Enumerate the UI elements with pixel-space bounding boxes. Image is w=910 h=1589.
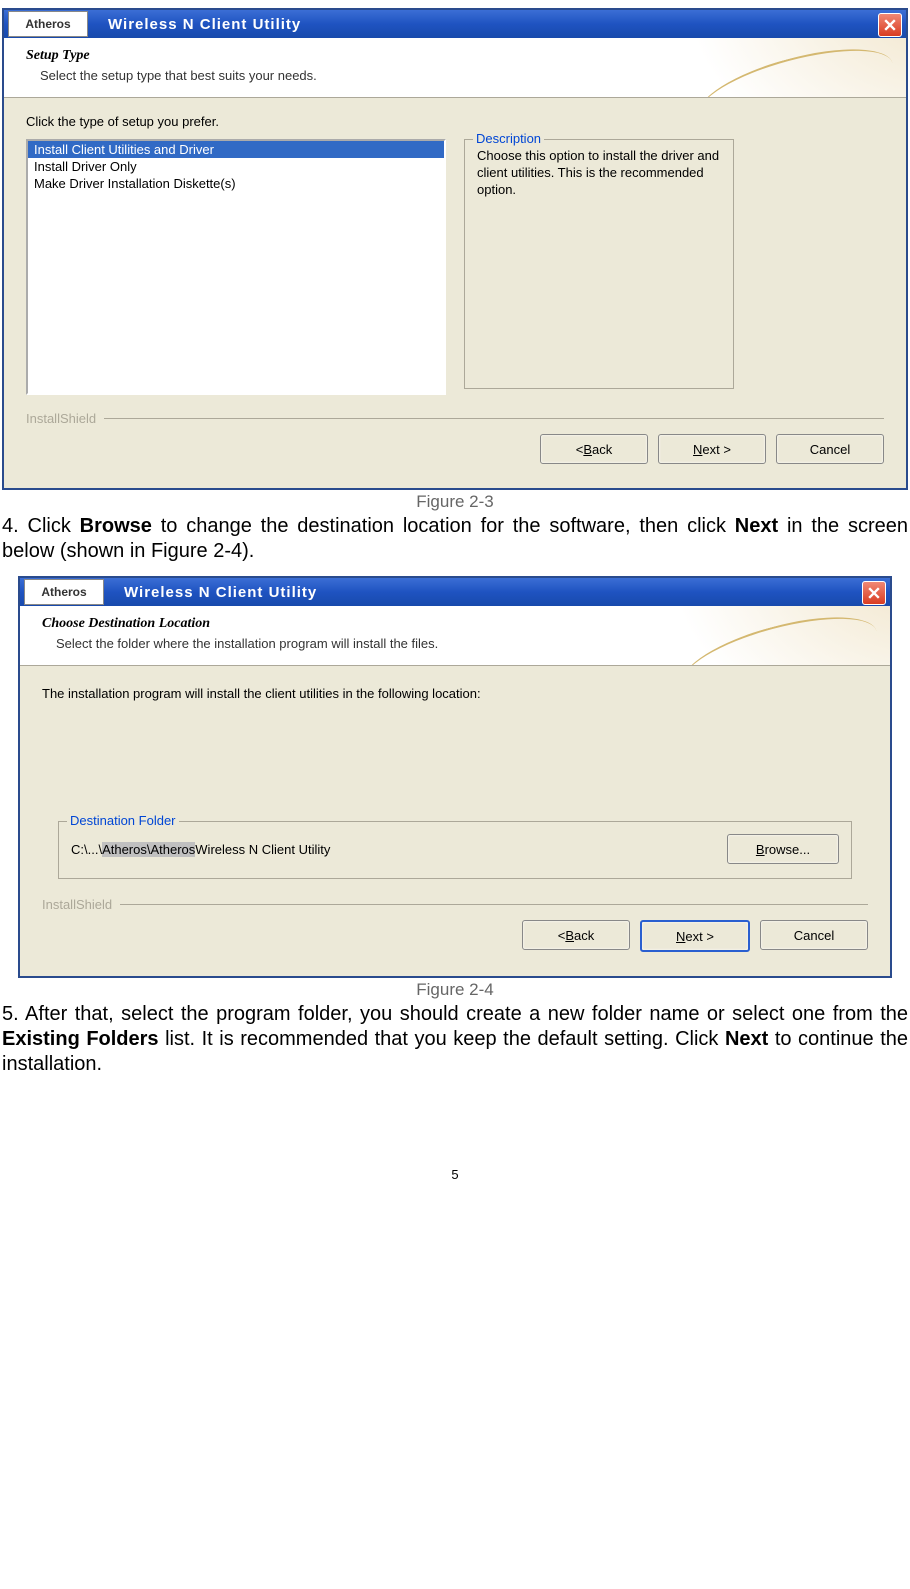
next-button[interactable]: Next > [658,434,766,464]
divider-line [104,418,884,419]
browse-button[interactable]: Browse... [727,834,839,864]
cancel-button[interactable]: Cancel [760,920,868,950]
instruction-text: The installation program will install th… [42,686,868,701]
figure-caption-2: Figure 2-4 [2,980,908,1000]
destination-legend: Destination Folder [67,813,179,828]
instruction-text: Click the type of setup you prefer. [26,114,884,129]
destination-folder-group: Destination Folder C:\...\ Atheros\Ather… [58,821,852,879]
installshield-divider: InstallShield [42,897,868,912]
setup-type-dialog: Atheros Wireless N Client Utility Setup … [2,8,908,490]
close-button[interactable] [878,13,902,37]
page-number: 5 [2,1167,908,1182]
installshield-label: InstallShield [26,411,96,426]
divider-line [120,904,868,905]
close-button[interactable] [862,581,886,605]
destination-path: C:\...\ Atheros\Atheros Wireless N Clien… [71,842,330,857]
step-4-text: 4. Click Browse to change the destinatio… [2,514,908,564]
cancel-button[interactable]: Cancel [776,434,884,464]
header-decoration [680,606,890,665]
button-row: < Back Next > Cancel [42,920,868,966]
step-5-text: 5. After that, select the program folder… [2,1002,908,1077]
titlebar[interactable]: Atheros Wireless N Client Utility [20,578,890,606]
button-row: < Back Next > Cancel [26,434,884,478]
option-make-diskette[interactable]: Make Driver Installation Diskette(s) [28,175,444,192]
close-icon [884,19,896,31]
description-text: Choose this option to install the driver… [477,148,721,199]
option-install-utilities-driver[interactable]: Install Client Utilities and Driver [28,141,444,158]
dialog-body: The installation program will install th… [20,666,890,976]
brand-logo: Atheros [8,11,88,37]
figure-caption-1: Figure 2-3 [2,492,908,512]
window-title: Wireless N Client Utility [124,584,317,601]
titlebar[interactable]: Atheros Wireless N Client Utility [4,10,906,38]
description-legend: Description [473,131,544,146]
dialog-body: Click the type of setup you prefer. Inst… [4,98,906,488]
installshield-label: InstallShield [42,897,112,912]
destination-dialog: Atheros Wireless N Client Utility Choose… [18,576,892,978]
description-group: Description Choose this option to instal… [464,139,734,389]
dialog-header: Setup Type Select the setup type that be… [4,38,906,98]
header-decoration [696,38,906,97]
option-install-driver-only[interactable]: Install Driver Only [28,158,444,175]
installshield-divider: InstallShield [26,411,884,426]
back-button[interactable]: < Back [540,434,648,464]
brand-logo: Atheros [24,579,104,605]
back-button[interactable]: < Back [522,920,630,950]
setup-type-listbox[interactable]: Install Client Utilities and Driver Inst… [26,139,446,395]
next-button[interactable]: Next > [640,920,750,952]
dialog-header: Choose Destination Location Select the f… [20,606,890,666]
window-title: Wireless N Client Utility [108,16,301,33]
close-icon [868,587,880,599]
